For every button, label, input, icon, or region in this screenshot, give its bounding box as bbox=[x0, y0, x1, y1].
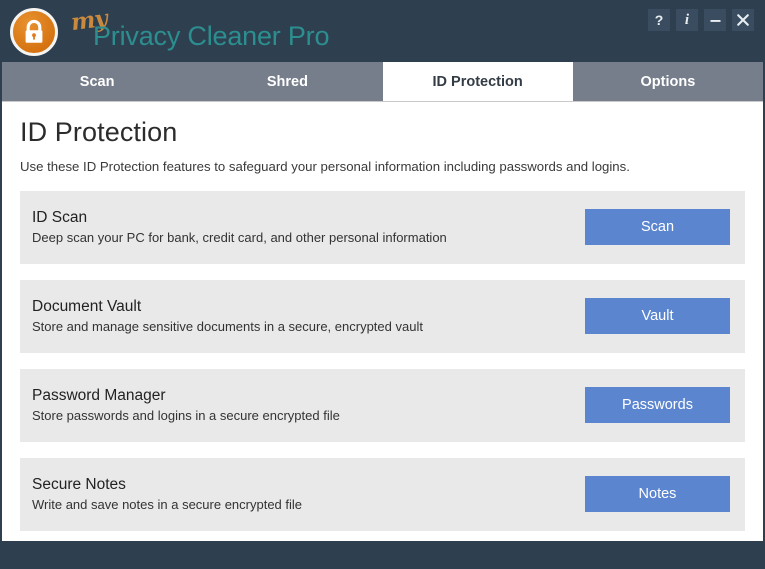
tab-scan[interactable]: Scan bbox=[2, 62, 192, 101]
footer-bar bbox=[2, 541, 763, 569]
info-button[interactable]: i bbox=[676, 9, 698, 31]
title-bar: my Privacy Cleaner Pro ? i bbox=[2, 1, 763, 62]
tab-options[interactable]: Options bbox=[573, 62, 763, 101]
feature-card-document-vault: Document Vault Store and manage sensitiv… bbox=[20, 279, 745, 353]
feature-card-password-manager: Password Manager Store passwords and log… bbox=[20, 368, 745, 442]
tab-bar: Scan Shred ID Protection Options bbox=[2, 62, 763, 102]
minimize-button[interactable] bbox=[704, 9, 726, 31]
tab-shred[interactable]: Shred bbox=[192, 62, 382, 101]
padlock-icon bbox=[10, 7, 58, 56]
window-controls: ? i bbox=[648, 9, 754, 31]
secure-notes-button[interactable]: Notes bbox=[585, 476, 730, 513]
page-subtitle: Use these ID Protection features to safe… bbox=[20, 158, 630, 174]
close-button[interactable] bbox=[732, 9, 754, 31]
id-scan-button[interactable]: Scan bbox=[585, 209, 730, 246]
tab-id-protection[interactable]: ID Protection bbox=[382, 62, 573, 101]
feature-card-id-scan: ID Scan Deep scan your PC for bank, cred… bbox=[20, 190, 745, 264]
application-window: my Privacy Cleaner Pro ? i Scan Shred ID… bbox=[0, 0, 765, 569]
feature-list: ID Scan Deep scan your PC for bank, cred… bbox=[20, 190, 745, 531]
help-button[interactable]: ? bbox=[648, 9, 670, 31]
password-manager-button[interactable]: Passwords bbox=[585, 387, 730, 424]
brand-main-text: Privacy Cleaner Pro bbox=[93, 20, 330, 51]
content-panel: ID Protection Use these ID Protection fe… bbox=[2, 102, 763, 542]
document-vault-button[interactable]: Vault bbox=[585, 298, 730, 335]
feature-card-secure-notes: Secure Notes Write and save notes in a s… bbox=[20, 457, 745, 531]
page-title: ID Protection bbox=[20, 117, 178, 147]
